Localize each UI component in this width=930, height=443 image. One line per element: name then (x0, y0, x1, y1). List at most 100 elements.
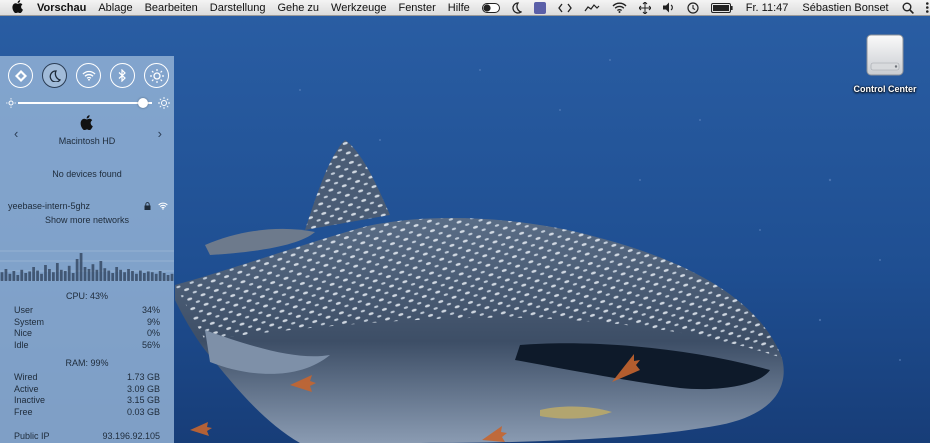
cpu-history-bar (40, 273, 43, 281)
cpu-history-bar (123, 272, 126, 281)
cpu-history-bar (59, 269, 63, 281)
cpu-stats: CPU: 43% User 34% System 9% Nice 0% Idle 56% (14, 291, 160, 351)
slider-thumb[interactable] (137, 98, 148, 108)
cpu-history-bar (119, 269, 122, 281)
network-monitor-icon[interactable] (578, 0, 606, 16)
cpu-history-bar (91, 264, 95, 281)
public-ip-stats: Public IP 93.196.92.105 (14, 431, 160, 443)
slider-track (18, 102, 152, 104)
app-square-icon[interactable] (528, 0, 552, 16)
ram-heading: RAM: 99% (65, 358, 109, 368)
cpu-history-bar (12, 271, 16, 281)
apple-logo-icon (80, 115, 93, 130)
cpu-history-bar (146, 271, 150, 281)
sun-large-icon (158, 97, 170, 109)
disk-navigator: ‹ Macintosh HD › (0, 114, 174, 154)
wifi-icon[interactable] (606, 0, 633, 16)
cpu-history-bar (67, 265, 71, 281)
cpu-history-bar (87, 269, 91, 281)
cpu-history-bar (0, 272, 4, 281)
apple-menu-icon[interactable] (12, 0, 23, 16)
toggle-switch-icon[interactable] (476, 0, 506, 16)
move-arrows-icon[interactable] (633, 0, 657, 16)
wifi-signal-icon (158, 202, 168, 210)
disk-name: Macintosh HD (58, 136, 116, 146)
cpu-history-bar (44, 265, 47, 281)
cpu-history-bar (166, 275, 170, 281)
menu-bar: Vorschau Ablage Bearbeiten Darstellung G… (0, 0, 930, 16)
cpu-history-bar (154, 273, 158, 281)
cpu-row-nice: Nice 0% (14, 328, 160, 338)
notification-center-icon[interactable] (920, 0, 930, 16)
ram-row-active: Active 3.09 GB (14, 383, 160, 394)
menubar-clock[interactable]: Fr. 11:47 (739, 0, 796, 16)
desktop-icon-label: Control Center (853, 84, 917, 94)
desktop-drive-icon[interactable]: Control Center (845, 33, 925, 94)
cpu-history-bar (63, 271, 67, 281)
control-center-panel: ‹ Macintosh HD › No devices found yeebas… (0, 56, 174, 443)
sun-icon (149, 68, 164, 83)
moon-icon (49, 69, 61, 82)
app-menu[interactable]: Vorschau (33, 0, 92, 16)
cpu-history-bar (99, 261, 103, 281)
cpu-history-bar (75, 259, 79, 281)
wifi-toggle[interactable] (76, 63, 101, 88)
cpu-history-bar (107, 270, 111, 281)
external-drive-icon (866, 34, 904, 76)
cpu-history-bar (16, 275, 20, 281)
bluetooth-toggle[interactable] (110, 63, 135, 88)
wifi-network-item[interactable]: yeebase-intern-5ghz (8, 201, 168, 211)
cpu-history-graph (0, 250, 174, 281)
time-machine-icon[interactable] (681, 0, 705, 16)
do-not-disturb-toggle[interactable] (42, 63, 67, 88)
menubar-user[interactable]: Sébastien Bonset (795, 0, 895, 16)
cpu-history-bar (71, 273, 75, 281)
cpu-history-bar (32, 267, 35, 281)
menu-fenster[interactable]: Fenster (392, 0, 441, 16)
cpu-history-bar (24, 273, 28, 281)
bluetooth-devices-status: No devices found (52, 169, 122, 179)
cpu-history-bar (103, 268, 107, 281)
cpu-history-bar (79, 253, 83, 281)
wifi-icon (81, 70, 96, 81)
moon-icon[interactable] (506, 0, 528, 16)
cpu-history-bar (95, 269, 99, 281)
cpu-history-bar (162, 273, 166, 281)
ram-row-free: Free 0.03 GB (14, 406, 160, 417)
menu-darstellung[interactable]: Darstellung (204, 0, 272, 16)
brightness-slider[interactable] (4, 96, 170, 110)
cpu-history-bar (131, 271, 134, 281)
ram-row-wired: Wired 1.73 GB (14, 372, 160, 382)
cpu-row-user: User 34% (14, 305, 160, 315)
ram-row-inactive: Inactive 3.15 GB (14, 395, 160, 405)
cpu-history-bar (158, 271, 162, 281)
cpu-history-bar (20, 269, 24, 281)
cpu-history-bar (28, 271, 32, 281)
volume-icon[interactable] (657, 0, 681, 16)
spotlight-search-icon[interactable] (896, 0, 920, 16)
show-more-networks-link[interactable]: Show more networks (0, 215, 174, 225)
cpu-history-bar (8, 273, 12, 281)
code-brackets-icon[interactable] (552, 0, 578, 16)
menu-gehe-zu[interactable]: Gehe zu (271, 0, 325, 16)
cpu-history-bar (139, 270, 142, 281)
cpu-history-bar (135, 273, 138, 281)
menu-hilfe[interactable]: Hilfe (442, 0, 476, 16)
brightness-toggle[interactable] (144, 63, 169, 88)
menu-bearbeiten[interactable]: Bearbeiten (139, 0, 204, 16)
cpu-history-bar (83, 267, 87, 281)
lock-icon (144, 202, 151, 210)
cpu-history-bar (142, 273, 146, 281)
menu-ablage[interactable]: Ablage (92, 0, 138, 16)
chevron-right-icon[interactable]: › (158, 126, 162, 141)
cpu-heading: CPU: 43% (65, 291, 109, 301)
airdrop-toggle[interactable] (8, 63, 33, 88)
battery-icon[interactable] (705, 0, 739, 16)
menu-werkzeuge[interactable]: Werkzeuge (325, 0, 392, 16)
public-ip-row: Public IP 93.196.92.105 (14, 431, 160, 441)
cpu-history-bar (36, 270, 39, 281)
cpu-history-bar (170, 273, 174, 281)
diamond-icon (14, 69, 27, 82)
bluetooth-icon (118, 69, 126, 82)
cpu-history-bar (127, 269, 130, 281)
